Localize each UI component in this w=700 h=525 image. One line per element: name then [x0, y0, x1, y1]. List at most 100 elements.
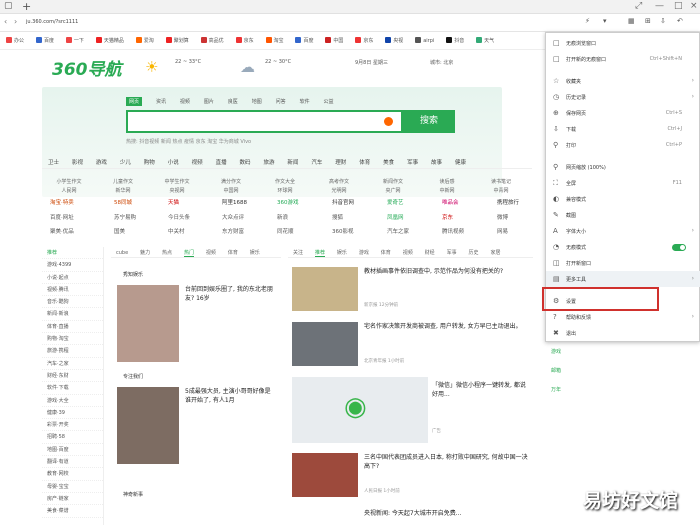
nav-item[interactable]: 汽车 — [311, 158, 322, 166]
nav-item[interactable]: 视频 — [192, 158, 203, 166]
nav-item[interactable]: 卫士 — [48, 158, 59, 166]
list-item[interactable]: 软件·下载 — [42, 382, 103, 395]
tab[interactable]: 家居 — [490, 249, 500, 256]
link[interactable]: 读书笔记 — [474, 178, 528, 185]
nav-item[interactable]: 理财 — [335, 158, 346, 166]
list-item[interactable]: 视频·腾讯 — [42, 284, 103, 297]
bookmark-item[interactable]: 天猫精品 — [95, 37, 124, 44]
list-item[interactable]: 彩票·开奖 — [42, 419, 103, 432]
search-input[interactable] — [126, 110, 403, 133]
list-item[interactable]: 教育·网校 — [42, 468, 103, 481]
link[interactable]: 光明网 — [312, 187, 366, 194]
apps-icon[interactable]: ▦ — [628, 17, 635, 25]
nav-item[interactable]: 体育 — [359, 158, 370, 166]
menu-item-new-window[interactable]: ◫ 打开新窗口 — [546, 255, 700, 271]
news-title[interactable]: 教材插画事件依旧调查中, 示范作品为何没有把关的? — [364, 267, 529, 276]
menu-item-history[interactable]: ◷ 历史记录 › — [546, 89, 700, 105]
link[interactable]: 小学生作文 — [42, 178, 96, 185]
menu-item-new-incognito[interactable]: □ 打开新的无痕窗口 Ctrl+Shift+N — [546, 51, 700, 67]
tab-video[interactable]: 视频 — [180, 98, 190, 105]
ad-thumbnail[interactable]: ◉ — [292, 377, 428, 443]
nav-item[interactable]: 直播 — [216, 158, 227, 166]
menu-item-incognito-window[interactable]: □ 无痕浏览窗口 — [546, 35, 700, 51]
list-item[interactable]: 游戏·大全 — [42, 395, 103, 407]
sidebar-link[interactable]: 游戏 — [540, 342, 572, 361]
site-link[interactable]: 今日头条 — [168, 213, 190, 221]
site-link[interactable]: 抖音官网 — [332, 198, 354, 206]
list-item[interactable]: 美食·菜谱 — [42, 505, 103, 518]
bookmark-item[interactable]: 中国 — [325, 37, 343, 44]
tab-doctor[interactable]: 良医 — [228, 98, 238, 105]
bookmark-item[interactable]: 办公 — [6, 37, 24, 44]
url-field[interactable]: ju.360.com/?src1111 — [26, 19, 78, 25]
site-link[interactable]: 网易 — [497, 227, 508, 235]
nav-item[interactable]: 游戏 — [96, 158, 107, 166]
site-link[interactable]: 腾讯视频 — [442, 227, 464, 235]
tab[interactable]: 体育 — [381, 249, 391, 256]
tab[interactable]: 财经 — [425, 249, 435, 256]
tab[interactable]: 视频 — [206, 249, 216, 256]
list-item[interactable]: 房产·链家 — [42, 493, 103, 506]
tab[interactable]: 热点 — [162, 249, 172, 256]
site-link[interactable]: 360游戏 — [277, 198, 299, 206]
nav-item[interactable]: 旅游 — [263, 158, 274, 166]
site-link[interactable]: 微博 — [497, 213, 508, 221]
nav-item[interactable]: 影视 — [72, 158, 83, 166]
nav-item[interactable]: 新闻 — [287, 158, 298, 166]
site-link[interactable]: 天猫 — [168, 198, 179, 206]
site-link[interactable]: 国美 — [114, 227, 125, 235]
weather-tomorrow[interactable]: 22 ~ 30°C — [265, 59, 291, 65]
extension-icon[interactable]: ▾ — [603, 17, 607, 25]
private-mode-toggle[interactable] — [672, 244, 686, 251]
site-link[interactable]: 阿里1688 — [222, 198, 247, 206]
list-item[interactable]: 音乐·酷狗 — [42, 296, 103, 309]
site-link[interactable]: 百度·网址 — [50, 213, 74, 221]
nav-item[interactable]: 军事 — [407, 158, 418, 166]
feed-source[interactable]: 神奇新事 — [123, 491, 143, 498]
list-item[interactable]: 财经·东财 — [42, 370, 103, 383]
nav-item[interactable]: 健康 — [455, 158, 466, 166]
menu-item-compat[interactable]: ◐ 兼容模式 — [546, 191, 700, 207]
bookmark-item[interactable]: airpi — [415, 37, 434, 44]
bookmark-item[interactable]: 天气 — [476, 37, 494, 44]
menu-item-zoom[interactable]: ⚲ 网页缩放 (100%) — [546, 159, 700, 175]
site-link[interactable]: 淘宝·特卖 — [50, 198, 74, 206]
site-link[interactable]: 58同城 — [114, 198, 132, 206]
site-link[interactable]: 唯品会 — [442, 198, 459, 206]
bookmark-item[interactable]: 爱淘 — [135, 37, 154, 44]
list-item[interactable]: 小说·起点 — [42, 272, 103, 284]
site-link[interactable]: 大众点评 — [222, 213, 244, 221]
menu-item-more-tools[interactable]: ▤ 更多工具 › — [546, 271, 700, 287]
list-item[interactable]: 推荐 — [42, 247, 103, 260]
site-link[interactable]: 360影视 — [332, 227, 354, 235]
bookmark-item[interactable]: 一下 — [65, 37, 84, 44]
site-link[interactable]: 聚美·优品 — [50, 227, 74, 235]
tab[interactable]: 热门 — [183, 249, 194, 257]
site-link[interactable]: 爱奇艺 — [387, 198, 404, 206]
list-item[interactable]: 地图·百度 — [42, 444, 103, 457]
site-link[interactable]: 京东 — [442, 213, 453, 221]
tab-news[interactable]: 资讯 — [156, 98, 166, 105]
forward-icon[interactable]: › — [14, 17, 17, 26]
list-item[interactable]: 招聘·58 — [42, 431, 103, 444]
tab[interactable]: cube — [116, 250, 128, 256]
news-thumbnail[interactable] — [292, 322, 358, 366]
restore-icon[interactable]: ⤢ — [635, 1, 642, 11]
menu-item-font-size[interactable]: A 字体大小 › — [546, 223, 700, 239]
link[interactable]: 人民网 — [42, 187, 96, 194]
bookmark-item[interactable]: 淘宝 — [265, 37, 284, 44]
link[interactable]: 新华网 — [96, 187, 150, 194]
nav-item[interactable]: 购物 — [144, 158, 155, 166]
nav-item[interactable]: 少儿 — [120, 158, 131, 166]
download-icon[interactable]: ⇩ — [660, 17, 666, 25]
menu-item-downloads[interactable]: ⇩ 下载 Ctrl+J — [546, 121, 700, 137]
bookmark-item[interactable]: 百度 — [295, 37, 313, 44]
list-item[interactable]: 旅游·携程 — [42, 345, 103, 358]
tab-qa[interactable]: 问答 — [276, 98, 286, 105]
list-item[interactable]: 游戏·4399 — [42, 259, 103, 272]
link[interactable]: 中青网 — [474, 187, 528, 194]
list-item[interactable]: 汽车·之家 — [42, 358, 103, 370]
tab[interactable]: 推荐 — [314, 249, 325, 257]
link[interactable]: 高考作文 — [312, 178, 366, 185]
bookmark-item[interactable]: 京东 — [355, 37, 373, 44]
